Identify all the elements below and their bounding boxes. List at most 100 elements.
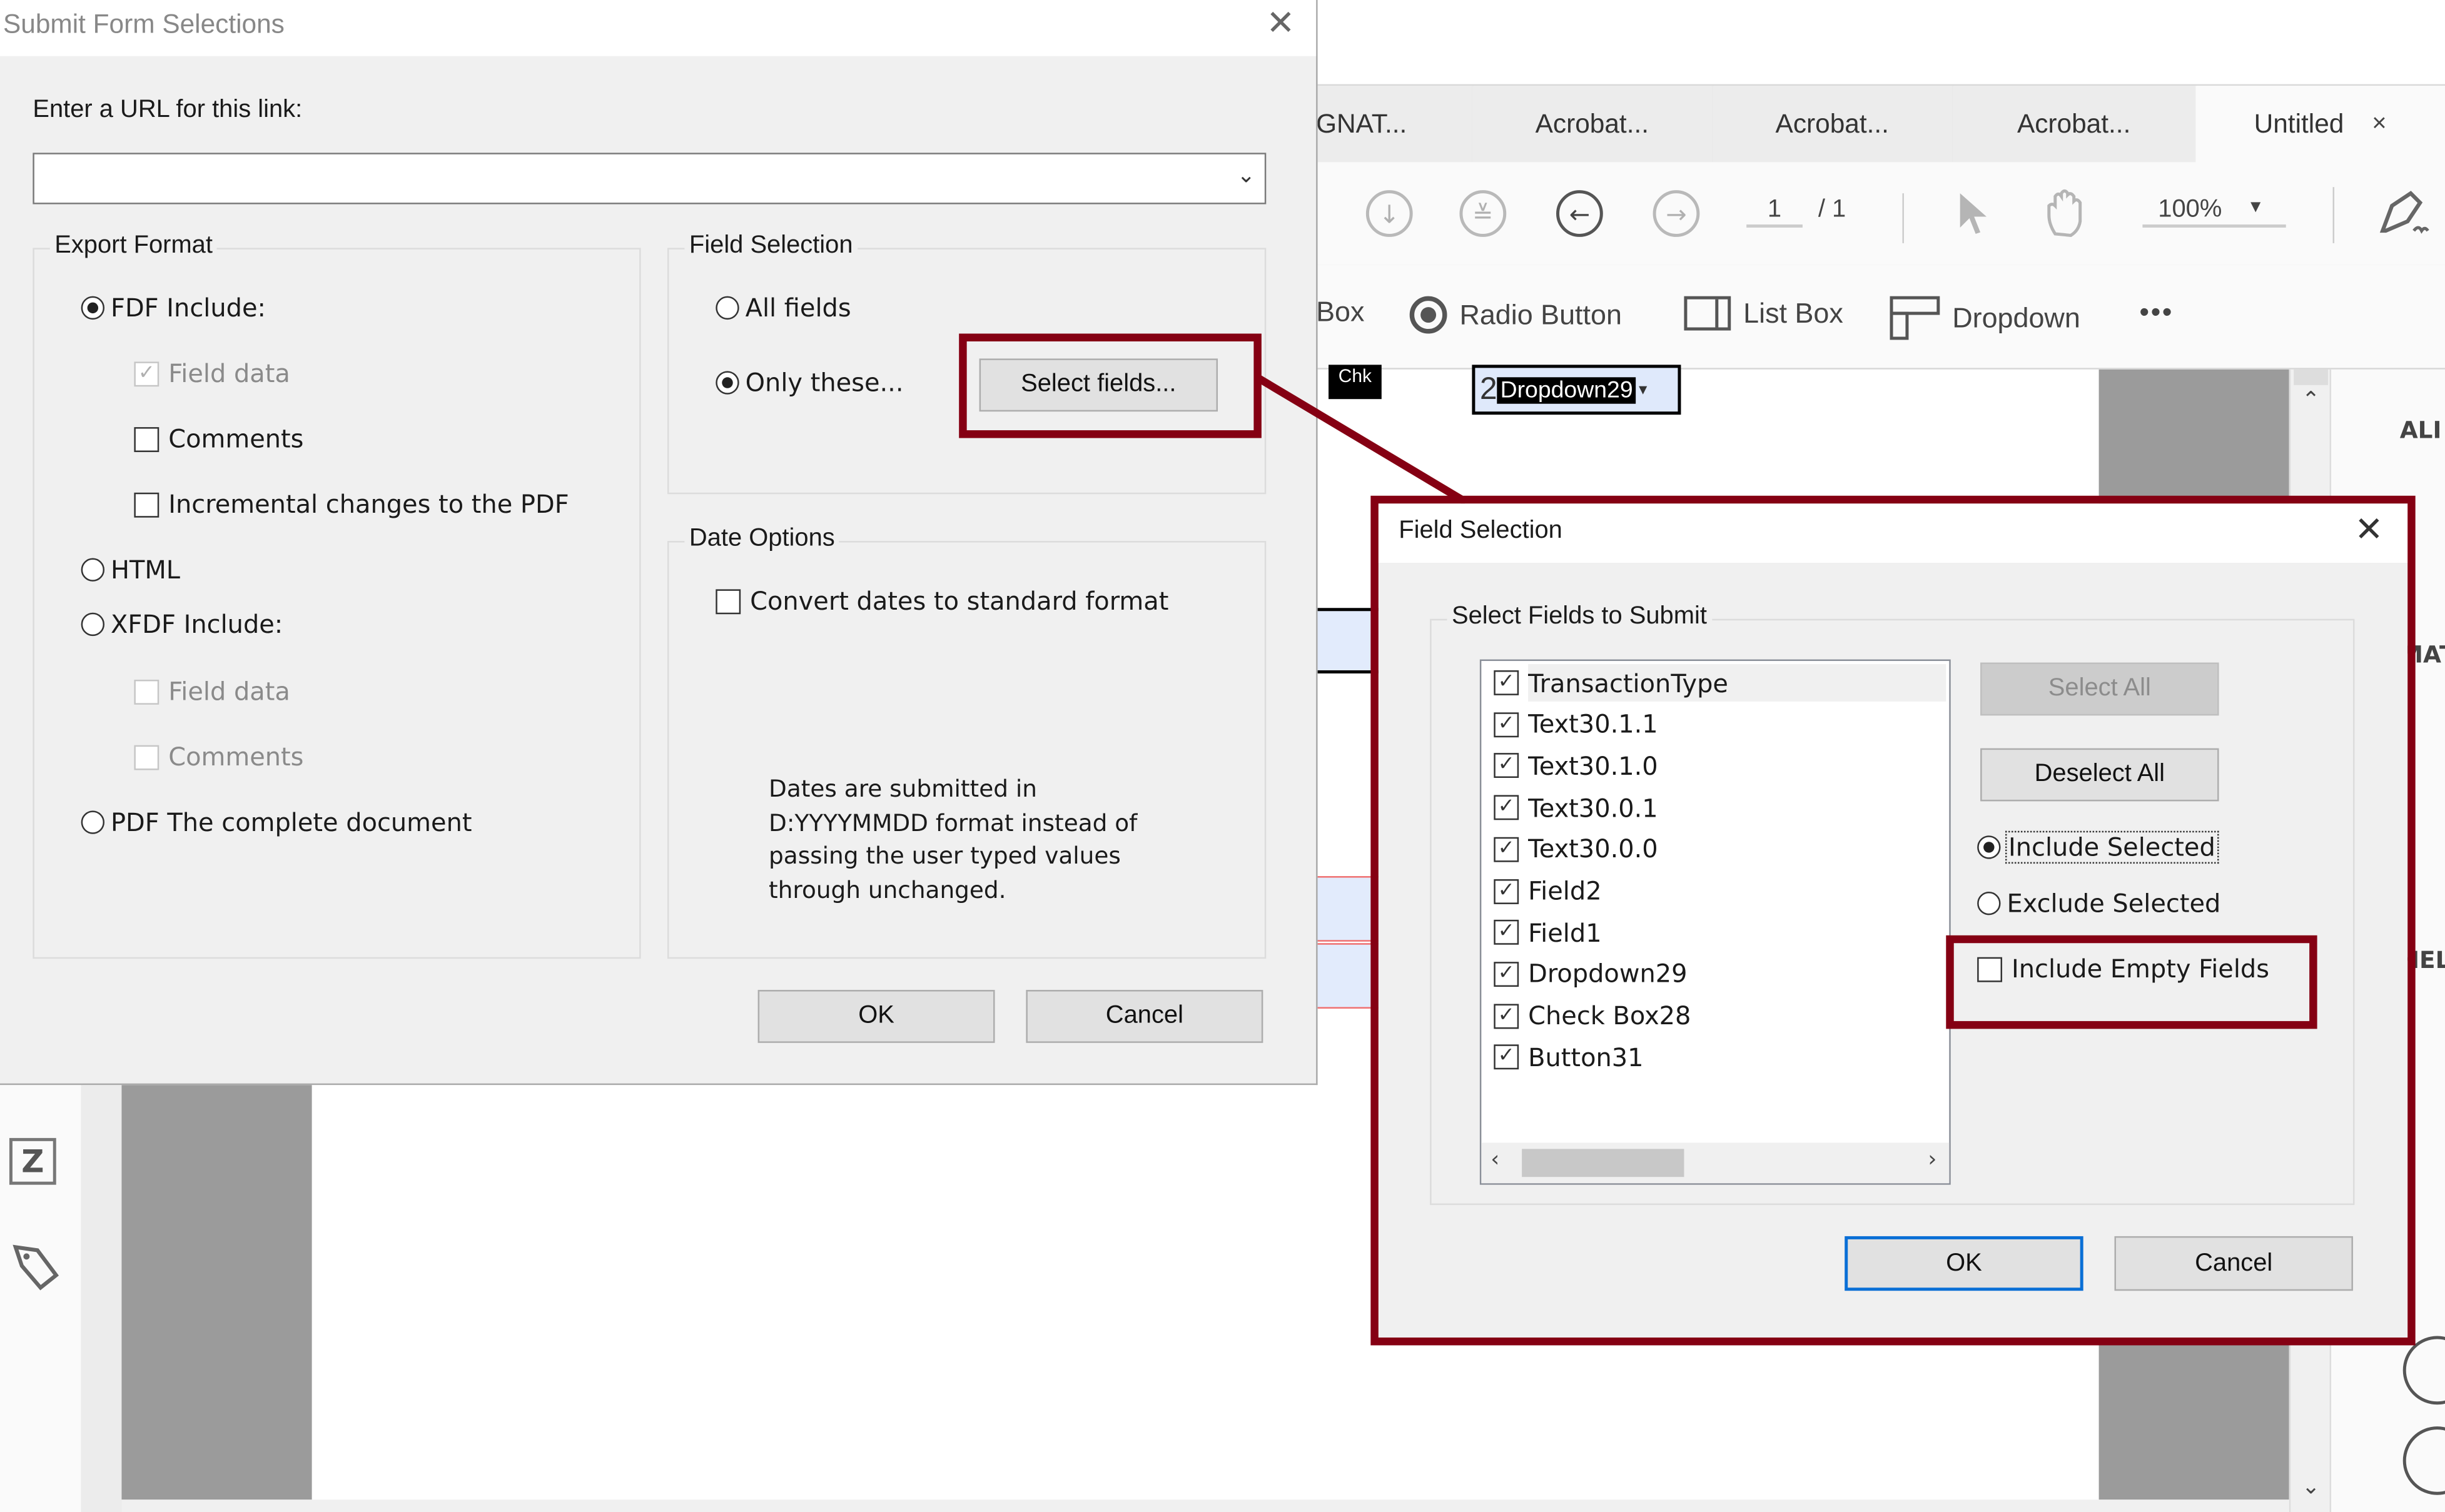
scroll-left-icon[interactable]: ‹ bbox=[1491, 1147, 1499, 1172]
radio-all-fields[interactable]: All fields bbox=[716, 293, 851, 323]
page-down-icon[interactable]: ≚ bbox=[1459, 190, 1506, 237]
horizontal-scrollbar[interactable] bbox=[121, 1499, 2289, 1512]
forward-icon[interactable]: → bbox=[1653, 190, 1700, 237]
tab-acrobat-3[interactable]: Acrobat... bbox=[1952, 86, 2197, 165]
close-tab-icon[interactable]: × bbox=[2372, 111, 2386, 139]
select-arrow-icon[interactable] bbox=[1955, 190, 1990, 243]
radio-indicator[interactable] bbox=[81, 613, 104, 636]
checkbox-indicator[interactable]: ✓ bbox=[1494, 879, 1519, 904]
url-input[interactable] bbox=[41, 154, 1217, 201]
panel-round-button[interactable] bbox=[2403, 1426, 2445, 1495]
tool-checkbox[interactable]: Box bbox=[1316, 296, 1364, 329]
compare-icon[interactable]: Z bbox=[9, 1138, 56, 1185]
checkbox-indicator[interactable]: ✓ bbox=[134, 361, 159, 386]
checkbox-indicator[interactable]: ✓ bbox=[1494, 962, 1519, 987]
radio-include-selected[interactable]: Include Selected bbox=[1977, 832, 2217, 862]
field-list-item[interactable]: ✓Check Box28 bbox=[1494, 997, 1691, 1035]
field-list-item[interactable]: ✓Dropdown29 bbox=[1494, 955, 1687, 993]
checkbox-indicator[interactable]: ✓ bbox=[1494, 837, 1519, 862]
tool-radio-button[interactable]: Radio Button bbox=[1410, 296, 1622, 334]
text-field-on-page[interactable] bbox=[1316, 943, 1379, 1009]
checkbox-fdf-incremental[interactable]: Incremental changes to the PDF bbox=[134, 490, 569, 519]
select-all-button[interactable]: Select All bbox=[1980, 663, 2219, 716]
close-icon[interactable]: ✕ bbox=[2354, 510, 2383, 550]
url-combobox[interactable]: ⌄ bbox=[33, 153, 1266, 204]
cancel-button[interactable]: Cancel bbox=[2115, 1236, 2353, 1291]
text-field-on-page[interactable] bbox=[1316, 876, 1379, 942]
panel-round-button[interactable] bbox=[2403, 1336, 2445, 1405]
scrollbar-thumb[interactable] bbox=[2294, 370, 2328, 385]
radio-indicator[interactable] bbox=[81, 296, 104, 320]
checkbox-indicator[interactable]: ✓ bbox=[1494, 1045, 1519, 1070]
scrollbar-thumb[interactable] bbox=[1522, 1149, 1684, 1177]
radio-indicator[interactable] bbox=[81, 810, 104, 834]
field-list-item[interactable]: ✓Text30.1.1 bbox=[1494, 706, 1658, 743]
checkbox-xfdf-field-data[interactable]: Field data bbox=[134, 677, 290, 706]
checkbox-xfdf-comments[interactable]: Comments bbox=[134, 742, 303, 772]
checkbox-indicator[interactable]: ✓ bbox=[1494, 1003, 1519, 1028]
field-list-item[interactable]: ✓Field2 bbox=[1494, 872, 1601, 910]
hand-tool-icon[interactable] bbox=[2043, 187, 2090, 246]
tab-gnat[interactable]: GNAT... bbox=[1316, 86, 1474, 165]
checkbox-indicator[interactable]: ✓ bbox=[1494, 920, 1519, 945]
text-field-on-page[interactable] bbox=[1316, 608, 1379, 673]
radio-indicator[interactable] bbox=[81, 558, 104, 581]
radio-exclude-selected[interactable]: Exclude Selected bbox=[1977, 889, 2220, 918]
checkbox-fdf-field-data[interactable]: ✓Field data bbox=[134, 358, 290, 388]
scroll-right-icon[interactable]: › bbox=[1928, 1147, 1936, 1172]
screen: GNAT... Acrobat... Acrobat... Acrobat...… bbox=[0, 0, 2445, 1512]
checkbox-indicator[interactable]: ✓ bbox=[1494, 712, 1519, 737]
checkbox-indicator[interactable] bbox=[716, 588, 741, 613]
zoom-dropdown[interactable]: 100% ▼ bbox=[2142, 196, 2286, 228]
tool-list-box[interactable]: List Box bbox=[1684, 296, 1843, 331]
close-icon[interactable]: ✕ bbox=[1266, 3, 1295, 44]
scroll-down-arrow-icon[interactable]: ⌄ bbox=[2291, 1474, 2331, 1499]
field-list-item[interactable]: ✓Field1 bbox=[1494, 914, 1601, 951]
radio-only-these[interactable]: Only these... bbox=[716, 368, 903, 397]
checkbox-indicator[interactable]: ✓ bbox=[1494, 795, 1519, 820]
checkbox-indicator[interactable] bbox=[134, 426, 159, 451]
fields-listbox[interactable]: ‹ › ✓TransactionType ✓Text30.1.1 ✓Text30.1… bbox=[1480, 660, 1951, 1185]
field-list-item[interactable]: ✓Text30.0.0 bbox=[1494, 830, 1658, 868]
tool-dropdown[interactable]: Dropdown bbox=[1890, 296, 2080, 340]
horizontal-scrollbar[interactable]: ‹ › bbox=[1481, 1142, 1949, 1183]
field-list-item[interactable]: ✓Text30.1.0 bbox=[1494, 747, 1658, 785]
more-tools-button[interactable]: ••• bbox=[2139, 296, 2174, 329]
radio-pdf[interactable]: PDF The complete document bbox=[81, 807, 472, 837]
deselect-all-button[interactable]: Deselect All bbox=[1980, 748, 2219, 802]
checkbox-convert-dates[interactable]: Convert dates to standard format bbox=[716, 586, 1168, 615]
cancel-button[interactable]: Cancel bbox=[1026, 990, 1263, 1043]
ok-button[interactable]: OK bbox=[1845, 1236, 2083, 1291]
checkbox-include-empty-fields[interactable]: Include Empty Fields bbox=[1977, 954, 2269, 984]
radio-html[interactable]: HTML bbox=[81, 555, 180, 585]
chevron-down-icon[interactable]: ⌄ bbox=[1237, 164, 1255, 189]
checkbox-indicator[interactable] bbox=[134, 679, 159, 704]
scroll-up-icon[interactable]: ⌃ bbox=[2291, 388, 2331, 413]
field-list-item[interactable]: ✓Button31 bbox=[1494, 1039, 1643, 1076]
radio-indicator[interactable] bbox=[716, 296, 739, 320]
tag-icon[interactable] bbox=[9, 1241, 63, 1300]
dropdown-field-on-page[interactable]: 2 Dropdown29 ▼ bbox=[1472, 365, 1681, 415]
field-list-item[interactable]: ✓Text30.0.1 bbox=[1494, 789, 1658, 827]
back-icon[interactable]: ← bbox=[1556, 190, 1603, 237]
checkbox-indicator[interactable] bbox=[134, 744, 159, 769]
checkbox-indicator[interactable]: ✓ bbox=[1494, 753, 1519, 779]
field-list-item[interactable]: ✓TransactionType bbox=[1494, 664, 1728, 702]
scroll-down-icon[interactable]: ↓ bbox=[1366, 190, 1413, 237]
tab-acrobat-1[interactable]: Acrobat... bbox=[1472, 86, 1713, 165]
radio-xfdf[interactable]: XFDF Include: bbox=[81, 610, 283, 639]
radio-indicator[interactable] bbox=[716, 371, 739, 394]
radio-fdf[interactable]: FDF Include: bbox=[81, 293, 266, 323]
tab-untitled[interactable]: Untitled × bbox=[2195, 86, 2445, 164]
checkbox-fdf-comments[interactable]: Comments bbox=[134, 424, 303, 453]
radio-indicator[interactable] bbox=[1977, 892, 2000, 915]
checkbox-indicator[interactable]: ✓ bbox=[1494, 670, 1519, 695]
checkbox-indicator[interactable] bbox=[1977, 956, 2002, 981]
sign-pen-icon[interactable] bbox=[2376, 187, 2432, 246]
tab-acrobat-2[interactable]: Acrobat... bbox=[1712, 86, 1953, 165]
radio-indicator[interactable] bbox=[1977, 835, 2000, 859]
select-fields-button[interactable]: Select fields... bbox=[980, 358, 1218, 411]
ok-button[interactable]: OK bbox=[758, 990, 995, 1043]
checkbox-indicator[interactable] bbox=[134, 492, 159, 517]
page-number-input[interactable]: 1 bbox=[1746, 196, 1803, 228]
